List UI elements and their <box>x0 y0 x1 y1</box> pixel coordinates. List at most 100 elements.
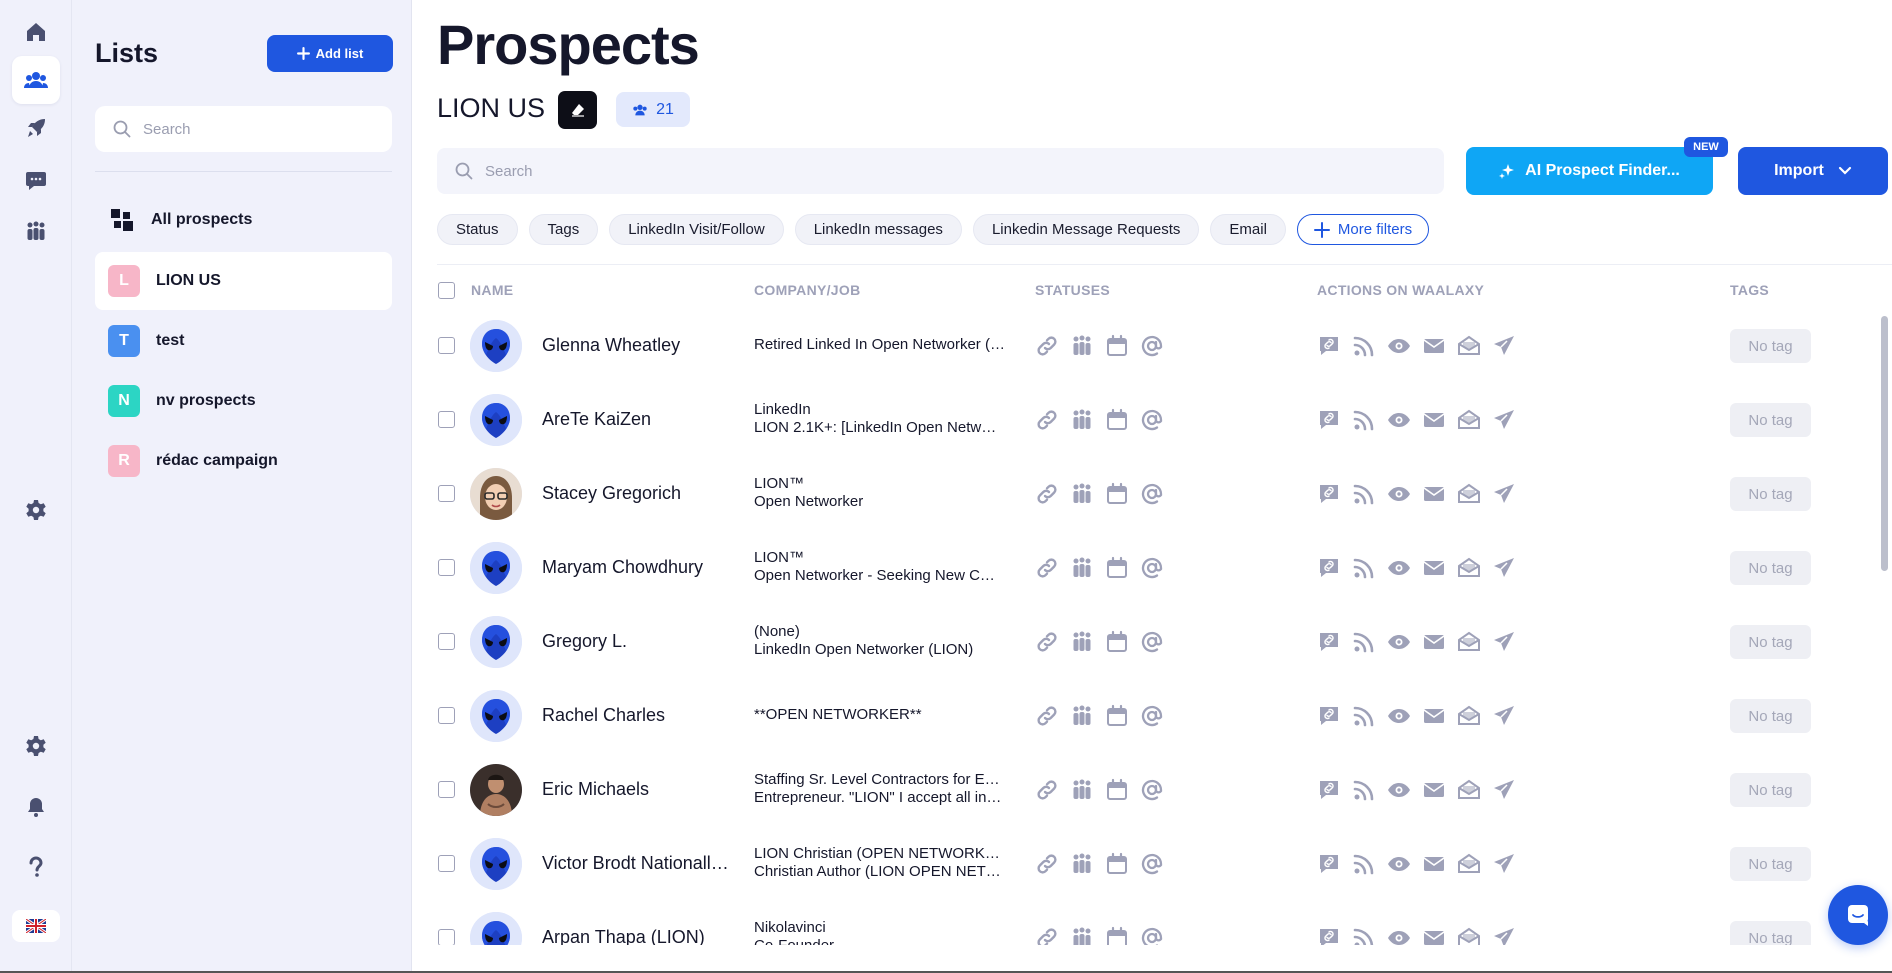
linkedin-message-icon[interactable] <box>1317 704 1341 728</box>
tag-badge[interactable]: No tag <box>1730 699 1811 733</box>
open-email-icon[interactable] <box>1457 852 1481 876</box>
prospect-name[interactable]: Stacey Gregorich <box>542 483 732 504</box>
at-icon[interactable] <box>1140 852 1164 876</box>
inbox-nav[interactable] <box>12 156 60 204</box>
prospect-avatar[interactable] <box>470 764 522 816</box>
import-button[interactable]: Import <box>1738 147 1888 195</box>
edit-list-button[interactable] <box>558 91 597 129</box>
link-icon[interactable] <box>1035 630 1059 654</box>
send-invite-icon[interactable] <box>1492 482 1516 506</box>
settings-nav[interactable] <box>12 486 60 534</box>
prospect-name[interactable]: Rachel Charles <box>542 705 732 726</box>
prospect-avatar[interactable] <box>470 616 522 668</box>
open-email-icon[interactable] <box>1457 334 1481 358</box>
tag-badge[interactable]: No tag <box>1730 625 1811 659</box>
email-icon[interactable] <box>1422 778 1446 802</box>
rss-follow-icon[interactable] <box>1352 778 1376 802</box>
calendar-icon[interactable] <box>1105 556 1129 580</box>
row-checkbox[interactable] <box>438 855 455 872</box>
calendar-icon[interactable] <box>1105 852 1129 876</box>
rss-follow-icon[interactable] <box>1352 482 1376 506</box>
row-checkbox[interactable] <box>438 633 455 650</box>
row-checkbox[interactable] <box>438 781 455 798</box>
at-icon[interactable] <box>1140 630 1164 654</box>
tag-badge[interactable]: No tag <box>1730 551 1811 585</box>
open-email-icon[interactable] <box>1457 482 1481 506</box>
rss-follow-icon[interactable] <box>1352 926 1376 945</box>
prospect-name[interactable]: AreTe KaiZen <box>542 409 732 430</box>
prospect-name[interactable]: Eric Michaels <box>542 779 732 800</box>
row-checkbox[interactable] <box>438 929 455 945</box>
link-icon[interactable] <box>1035 778 1059 802</box>
link-icon[interactable] <box>1035 408 1059 432</box>
rss-follow-icon[interactable] <box>1352 704 1376 728</box>
send-invite-icon[interactable] <box>1492 852 1516 876</box>
eye-visit-icon[interactable] <box>1387 334 1411 358</box>
at-icon[interactable] <box>1140 556 1164 580</box>
linkedin-message-icon[interactable] <box>1317 630 1341 654</box>
prospects-nav[interactable] <box>12 56 60 104</box>
help-nav[interactable] <box>12 843 60 891</box>
open-email-icon[interactable] <box>1457 408 1481 432</box>
all-prospects-item[interactable]: All prospects <box>95 198 392 242</box>
filter-chip[interactable]: Linkedin Message Requests <box>972 214 1200 245</box>
email-icon[interactable] <box>1422 408 1446 432</box>
team-icon[interactable] <box>1070 704 1094 728</box>
calendar-icon[interactable] <box>1105 926 1129 945</box>
email-icon[interactable] <box>1422 704 1446 728</box>
eye-visit-icon[interactable] <box>1387 926 1411 945</box>
rss-follow-icon[interactable] <box>1352 334 1376 358</box>
prospect-name[interactable]: Victor Brodt Nationall… <box>542 853 732 874</box>
table-scrollbar[interactable] <box>1881 316 1888 571</box>
team-icon[interactable] <box>1070 556 1094 580</box>
link-icon[interactable] <box>1035 334 1059 358</box>
calendar-icon[interactable] <box>1105 334 1129 358</box>
email-icon[interactable] <box>1422 556 1446 580</box>
team-icon[interactable] <box>1070 926 1094 945</box>
notifications-nav[interactable] <box>12 783 60 831</box>
linkedin-message-icon[interactable] <box>1317 778 1341 802</box>
open-email-icon[interactable] <box>1457 926 1481 945</box>
prospect-name[interactable]: Arpan Thapa (LION) <box>542 927 732 945</box>
at-icon[interactable] <box>1140 334 1164 358</box>
prospect-avatar[interactable] <box>470 468 522 520</box>
send-invite-icon[interactable] <box>1492 778 1516 802</box>
eye-visit-icon[interactable] <box>1387 704 1411 728</box>
team-nav[interactable] <box>12 207 60 255</box>
team-icon[interactable] <box>1070 408 1094 432</box>
linkedin-message-icon[interactable] <box>1317 408 1341 432</box>
rss-follow-icon[interactable] <box>1352 556 1376 580</box>
send-invite-icon[interactable] <box>1492 556 1516 580</box>
prospect-avatar[interactable] <box>470 320 522 372</box>
open-email-icon[interactable] <box>1457 630 1481 654</box>
link-icon[interactable] <box>1035 926 1059 945</box>
language-selector[interactable] <box>12 910 60 942</box>
email-icon[interactable] <box>1422 482 1446 506</box>
tag-badge[interactable]: No tag <box>1730 477 1811 511</box>
row-checkbox[interactable] <box>438 707 455 724</box>
team-icon[interactable] <box>1070 334 1094 358</box>
lists-search-input[interactable] <box>143 120 363 138</box>
add-list-button[interactable]: Add list <box>267 35 393 72</box>
calendar-icon[interactable] <box>1105 630 1129 654</box>
eye-visit-icon[interactable] <box>1387 630 1411 654</box>
team-icon[interactable] <box>1070 630 1094 654</box>
send-invite-icon[interactable] <box>1492 926 1516 945</box>
open-email-icon[interactable] <box>1457 556 1481 580</box>
account-settings-nav[interactable] <box>12 722 60 770</box>
list-item[interactable]: T test <box>95 312 392 370</box>
link-icon[interactable] <box>1035 704 1059 728</box>
eye-visit-icon[interactable] <box>1387 482 1411 506</box>
email-icon[interactable] <box>1422 630 1446 654</box>
filter-chip[interactable]: LinkedIn messages <box>794 214 962 245</box>
prospect-avatar[interactable] <box>470 690 522 742</box>
open-email-icon[interactable] <box>1457 778 1481 802</box>
calendar-icon[interactable] <box>1105 704 1129 728</box>
ai-prospect-finder-button[interactable]: AI Prospect Finder... <box>1466 147 1713 195</box>
prospect-name[interactable]: Gregory L. <box>542 631 732 652</box>
email-icon[interactable] <box>1422 334 1446 358</box>
at-icon[interactable] <box>1140 704 1164 728</box>
tag-badge[interactable]: No tag <box>1730 847 1811 881</box>
link-icon[interactable] <box>1035 852 1059 876</box>
filter-chip[interactable]: Tags <box>528 214 599 245</box>
